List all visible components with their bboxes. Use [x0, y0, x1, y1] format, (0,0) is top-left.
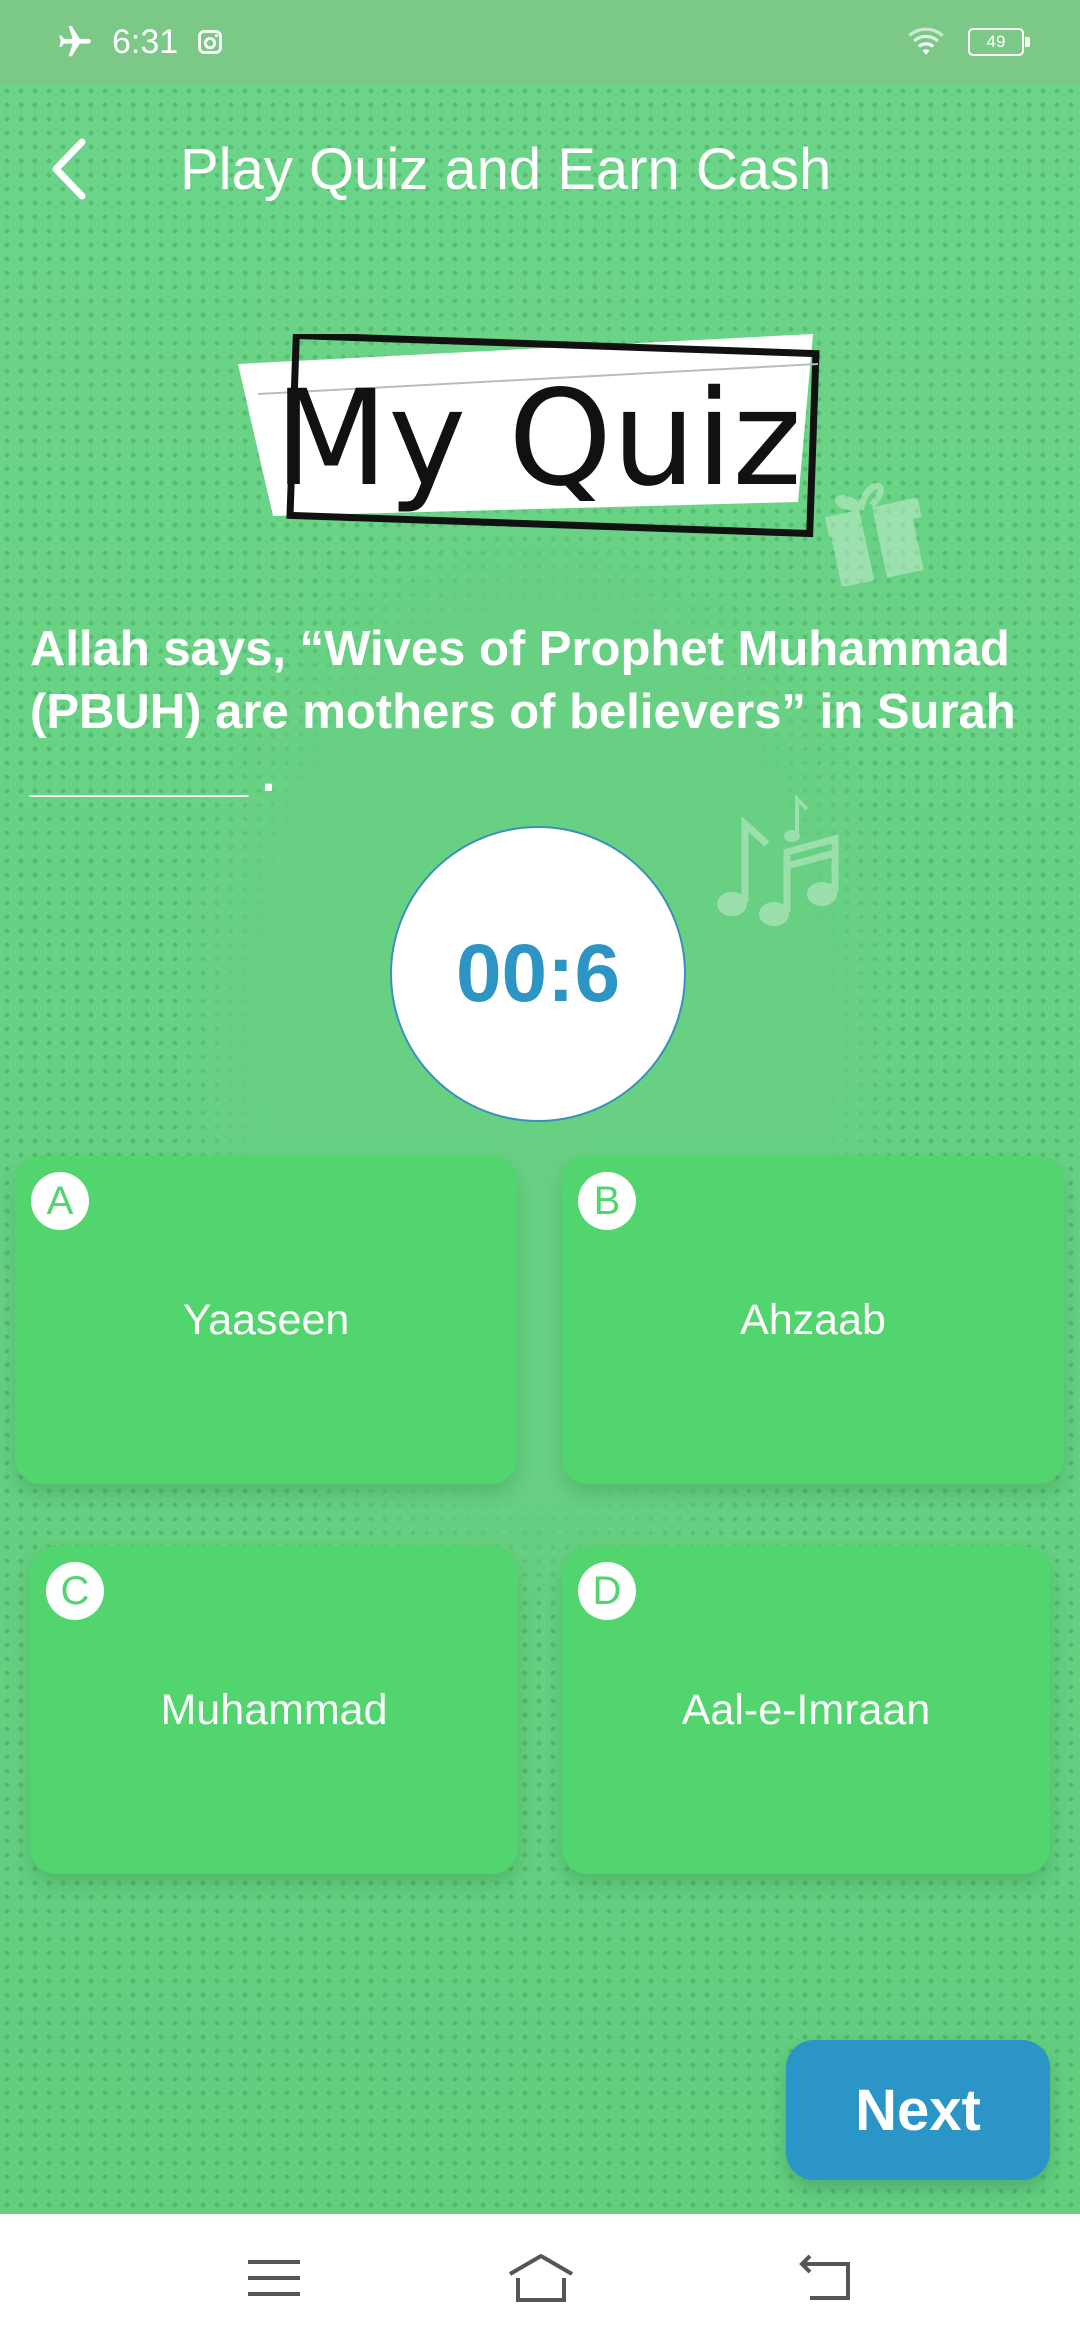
- option-b-button[interactable]: B Ahzaab: [562, 1156, 1064, 1484]
- countdown-timer: 00:6: [390, 826, 686, 1122]
- quiz-screen: Play Quiz and Earn Cash My Quiz Allah sa…: [0, 84, 1080, 2214]
- my-quiz-logo: My Quiz: [238, 334, 820, 538]
- option-c-button[interactable]: C Muhammad: [30, 1546, 518, 1874]
- back-arrow-icon[interactable]: [44, 134, 104, 204]
- option-a-button[interactable]: A Yaaseen: [15, 1156, 517, 1484]
- question-text: Allah says, “Wives of Prophet Muhammad (…: [30, 622, 1016, 802]
- back-icon[interactable]: [796, 2252, 856, 2304]
- home-icon[interactable]: [506, 2252, 576, 2304]
- battery-icon: 49: [968, 28, 1030, 56]
- status-time: 6:31: [112, 22, 179, 61]
- option-label: Yaaseen: [182, 1295, 350, 1344]
- option-label: Aal-e-Imraan: [681, 1685, 931, 1734]
- timer-value: 00:6: [455, 928, 621, 1019]
- option-d-button[interactable]: D Aal-e-Imraan: [562, 1546, 1050, 1874]
- app-header: Play Quiz and Earn Cash: [0, 124, 1080, 214]
- wifi-icon: [908, 27, 944, 55]
- system-nav-bar: [0, 2214, 1080, 2340]
- battery-level: 49: [986, 32, 1006, 51]
- option-label: Ahzaab: [740, 1295, 886, 1344]
- gift-icon: [824, 482, 924, 586]
- instagram-icon: [198, 30, 223, 54]
- menu-icon[interactable]: [244, 2252, 304, 2304]
- logo-text: My Quiz: [274, 362, 801, 516]
- next-button[interactable]: Next: [786, 2040, 1050, 2180]
- airplane-mode-icon: [59, 26, 91, 57]
- status-bar: 6:31 49: [0, 0, 1080, 84]
- music-notes-icon: [717, 794, 839, 926]
- option-label: Muhammad: [160, 1685, 388, 1734]
- page-title: Play Quiz and Earn Cash: [180, 137, 832, 202]
